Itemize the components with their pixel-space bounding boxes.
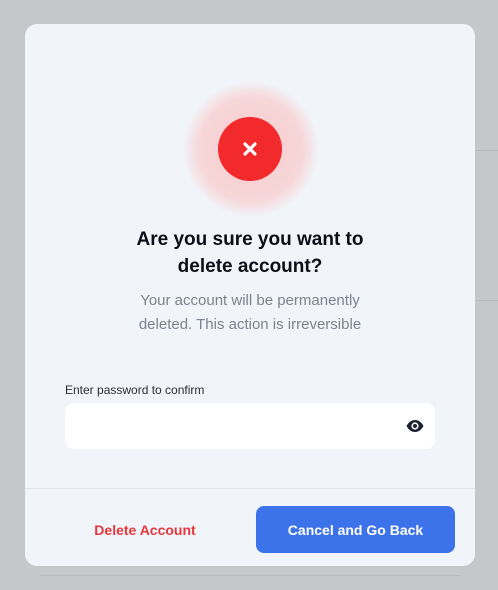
dialog-message-line: deleted. This action is irreversible bbox=[138, 316, 362, 333]
eye-icon[interactable] bbox=[405, 417, 425, 435]
dialog-message: Your account will be permanently deleted… bbox=[25, 289, 475, 337]
background-divider bbox=[475, 300, 498, 301]
dialog-title: Are you sure you want to delete account? bbox=[25, 226, 475, 280]
password-field bbox=[65, 403, 435, 449]
dialog-message-line: Your account will be permanently bbox=[140, 292, 360, 309]
password-input[interactable] bbox=[65, 403, 385, 449]
background-divider bbox=[40, 575, 460, 576]
dialog-title-line: Are you sure you want to bbox=[136, 229, 364, 250]
password-label: Enter password to confirm bbox=[65, 383, 205, 397]
background-divider bbox=[475, 150, 498, 151]
footer-divider bbox=[25, 488, 475, 489]
delete-account-button[interactable]: Delete Account bbox=[65, 506, 225, 554]
cancel-button[interactable]: Cancel and Go Back bbox=[256, 506, 455, 553]
delete-account-dialog: Are you sure you want to delete account?… bbox=[25, 24, 475, 566]
dialog-title-line: delete account? bbox=[177, 256, 323, 277]
close-x-icon bbox=[218, 117, 282, 181]
